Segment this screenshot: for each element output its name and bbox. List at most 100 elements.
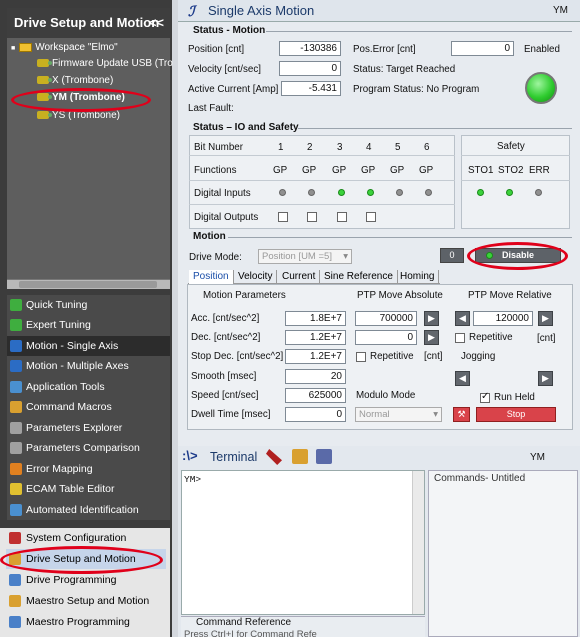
nav-parameters-explorer[interactable]: Parameters Explorer — [7, 418, 170, 438]
nav-maestro-setup[interactable]: Maestro Setup and Motion — [6, 591, 166, 611]
terminal-axis: YM — [530, 452, 545, 463]
tab-current[interactable]: Current — [278, 270, 321, 284]
tab-homing[interactable]: Homing — [396, 270, 440, 284]
nav-system-configuration[interactable]: System Configuration — [6, 528, 166, 548]
modulo-select[interactable]: Normal ▾ — [355, 407, 442, 422]
ptp-abs-go-1-button[interactable]: ▶ — [424, 311, 439, 326]
param-label: Speed [cnt/sec] — [191, 390, 259, 401]
nav-motion-single[interactable]: Motion - Single Axis — [7, 336, 170, 356]
tab-position[interactable]: Position — [189, 270, 234, 284]
drive-mode-select[interactable]: Position [UM =5] ▾ — [258, 249, 352, 264]
run-held-checkbox[interactable]: ✓ — [480, 391, 490, 403]
tuning-icon — [10, 299, 22, 311]
pos-error-value: 0 — [451, 41, 514, 56]
nav-expert-tuning[interactable]: Expert Tuning — [7, 315, 170, 335]
param-label: Smooth [msec] — [191, 371, 257, 382]
divider — [461, 180, 570, 181]
digital-output-checkbox[interactable] — [366, 212, 376, 222]
param-label: Dec. [cnt/sec^2] — [191, 332, 261, 343]
nav-maestro-programming[interactable]: Maestro Programming — [6, 612, 166, 632]
commands-title: Commands- Untitled — [434, 473, 526, 484]
param-input[interactable]: 1.2E+7 — [285, 349, 346, 364]
terminal-options-icon[interactable] — [292, 449, 308, 464]
panel-title: Drive Setup and Motion — [14, 15, 160, 30]
axis-label: YM — [553, 5, 568, 16]
zero-button[interactable]: 0 — [440, 248, 464, 263]
digital-output-checkbox[interactable] — [307, 212, 317, 222]
disable-button[interactable]: Disable — [475, 248, 561, 263]
nav-quick-tuning[interactable]: Quick Tuning — [7, 295, 170, 315]
ptp-abs-input-1[interactable]: 700000 — [355, 311, 417, 326]
ptp-rel-back-button[interactable]: ◀ — [455, 311, 470, 326]
digital-output-checkbox[interactable] — [278, 212, 288, 222]
param-input[interactable]: 1.2E+7 — [285, 330, 346, 345]
cnt-rel-label: [cnt] — [537, 333, 556, 344]
divider — [266, 31, 572, 32]
nav-drive-programming[interactable]: Drive Programming — [6, 570, 166, 590]
tree-item-ym[interactable]: YM (Trombone) — [37, 90, 125, 106]
bit-number: 6 — [424, 142, 430, 153]
safety-sto2: STO2 — [498, 165, 524, 176]
motion-logo-icon: ℐ — [188, 3, 195, 19]
position-value: -130386 — [279, 41, 341, 56]
param-input[interactable]: 1.8E+7 — [285, 311, 346, 326]
stop-button[interactable]: Stop — [476, 407, 556, 422]
collapse-button[interactable]: << — [149, 8, 164, 38]
ptp-rel-input[interactable]: 120000 — [473, 311, 533, 326]
tree-scrollbar[interactable] — [7, 279, 170, 289]
divider — [228, 237, 572, 238]
panel-titlebar: ℐ Single Axis Motion YM — [178, 0, 580, 22]
repetitive-rel-checkbox[interactable] — [455, 333, 465, 343]
sto2-led — [506, 189, 513, 196]
bit-number-label: Bit Number — [194, 142, 243, 153]
scrollbar-thumb[interactable] — [19, 281, 157, 288]
tab-velocity[interactable]: Velocity — [234, 270, 278, 284]
digital-output-checkbox[interactable] — [337, 212, 347, 222]
drive-icon — [37, 93, 52, 102]
safety-sto1: STO1 — [468, 165, 494, 176]
bit-number: 2 — [307, 142, 313, 153]
functions-label: Functions — [194, 165, 237, 176]
repetitive-checkbox[interactable] — [356, 352, 366, 362]
tree-workspace[interactable]: ■ Workspace "Elmo" — [11, 40, 118, 56]
repetitive-rel-label: Repetitive — [469, 332, 513, 343]
nav-ecam-editor[interactable]: ECAM Table Editor — [7, 479, 170, 499]
tree-item-ys[interactable]: YS (Trombone) — [37, 108, 120, 124]
panel-title: Single Axis Motion — [208, 3, 315, 18]
safety-err: ERR — [529, 165, 550, 176]
nav-error-mapping[interactable]: Error Mapping — [7, 459, 170, 479]
nav-drive-setup[interactable]: Drive Setup and Motion — [6, 549, 166, 569]
ptp-abs-input-2[interactable]: 0 — [355, 330, 417, 345]
drive-status-led — [486, 252, 493, 259]
terminal-output[interactable] — [181, 470, 425, 615]
motion-icon — [10, 360, 22, 372]
terminal-edit-icon[interactable] — [316, 449, 332, 464]
param-input[interactable]: 20 — [285, 369, 346, 384]
safety-title: Safety — [497, 141, 525, 152]
jog-back-button[interactable]: ◀ — [455, 371, 470, 386]
nav-motion-multiple[interactable]: Motion - Multiple Axes — [7, 356, 170, 376]
param-input[interactable]: 625000 — [285, 388, 346, 403]
compare-icon — [10, 442, 22, 454]
tree-item-x[interactable]: X (Trombone) — [37, 73, 113, 89]
param-label: Stop Dec. [cnt/sec^2] — [191, 351, 284, 362]
terminal-scrollbar[interactable] — [412, 471, 424, 614]
nav-application-tools[interactable]: Application Tools — [7, 377, 170, 397]
drive-setup-icon — [9, 553, 21, 565]
identify-icon — [10, 504, 22, 516]
divider — [189, 204, 455, 205]
ptp-abs-go-2-button[interactable]: ▶ — [424, 330, 439, 345]
nav-command-macros[interactable]: Command Macros — [7, 397, 170, 417]
reset-fault-icon[interactable]: ⚒ — [453, 407, 470, 422]
ecam-icon — [10, 483, 22, 495]
param-input[interactable]: 0 — [285, 407, 346, 422]
ptp-rel-forward-button[interactable]: ▶ — [538, 311, 553, 326]
nav-parameters-comparison[interactable]: Parameters Comparison — [7, 438, 170, 458]
terminal-prompt: YM> — [184, 474, 202, 485]
bit-number: 3 — [337, 142, 343, 153]
tree-item-firmware[interactable]: Firmware Update USB (Tro — [37, 56, 173, 72]
tab-sine-reference[interactable]: Sine Reference — [320, 270, 398, 284]
nav-automated-identification[interactable]: Automated Identification — [7, 500, 170, 520]
section-status-io: Status – IO and Safety — [193, 122, 299, 133]
jog-forward-button[interactable]: ▶ — [538, 371, 553, 386]
